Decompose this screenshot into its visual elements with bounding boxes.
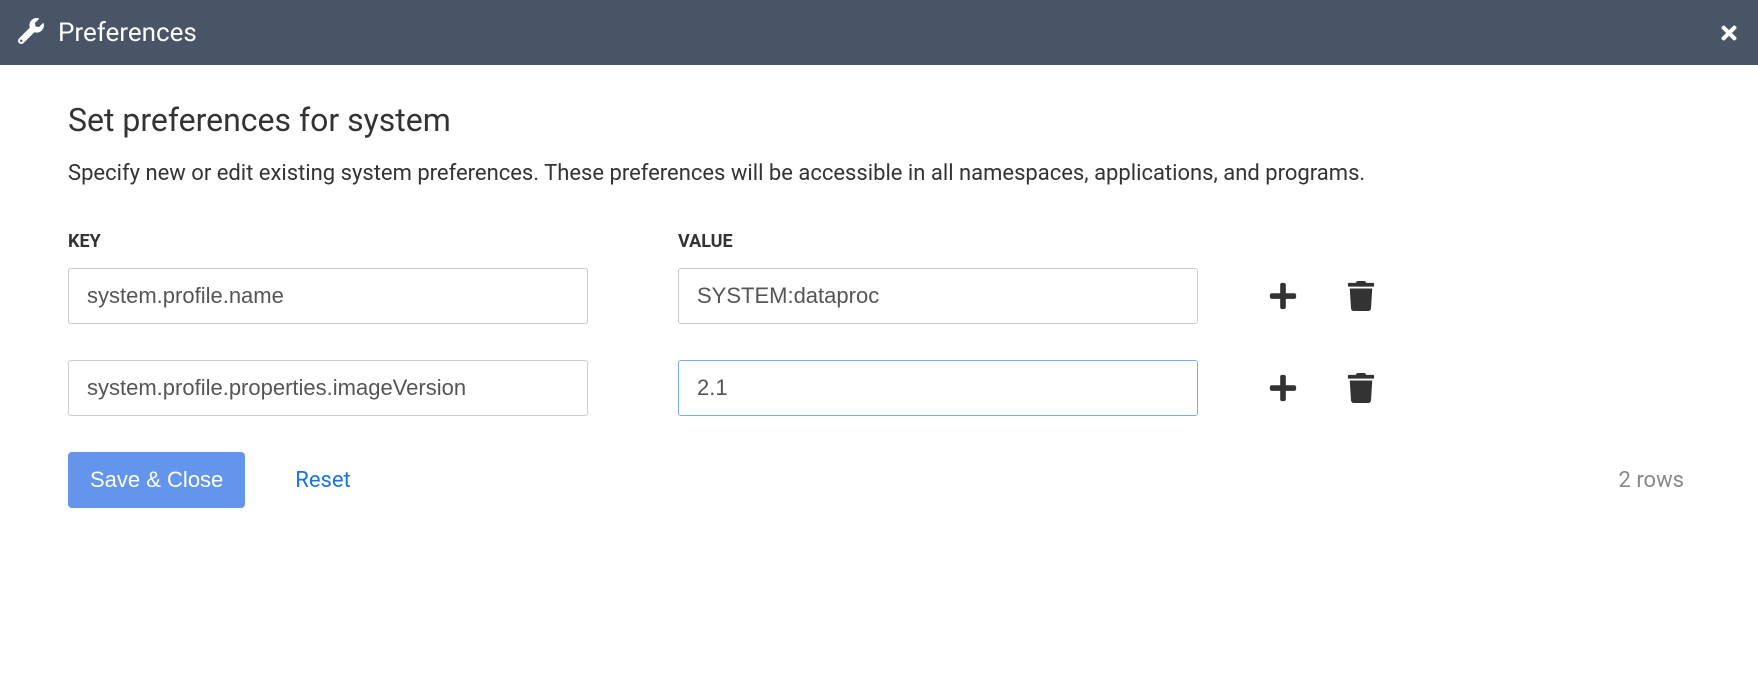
- value-input[interactable]: [678, 268, 1198, 324]
- key-column-header: KEY: [68, 231, 588, 252]
- key-input[interactable]: [68, 268, 588, 324]
- wrench-icon: [18, 18, 44, 48]
- preference-row: [68, 360, 1690, 416]
- add-row-icon[interactable]: [1268, 373, 1298, 403]
- delete-row-icon[interactable]: [1346, 373, 1376, 403]
- header-title: Preferences: [58, 18, 197, 48]
- close-icon[interactable]: [1718, 22, 1740, 44]
- reset-link[interactable]: Reset: [295, 468, 350, 493]
- add-row-icon[interactable]: [1268, 281, 1298, 311]
- row-count-label: 2 rows: [1619, 468, 1685, 493]
- dialog-footer: Save & Close Reset 2 rows: [68, 452, 1690, 508]
- dialog-content: Set preferences for system Specify new o…: [0, 65, 1758, 544]
- value-column-header: VALUE: [678, 231, 1198, 252]
- page-title: Set preferences for system: [68, 101, 1690, 139]
- preference-row: [68, 268, 1690, 324]
- row-actions: [1268, 281, 1376, 311]
- value-input[interactable]: [678, 360, 1198, 416]
- delete-row-icon[interactable]: [1346, 281, 1376, 311]
- row-actions: [1268, 373, 1376, 403]
- save-close-button[interactable]: Save & Close: [68, 452, 245, 508]
- header-left: Preferences: [18, 18, 197, 48]
- footer-left: Save & Close Reset: [68, 452, 351, 508]
- columns-header: KEY VALUE: [68, 231, 1690, 252]
- page-description: Specify new or edit existing system pref…: [68, 157, 1368, 191]
- key-input[interactable]: [68, 360, 588, 416]
- dialog-header: Preferences: [0, 0, 1758, 65]
